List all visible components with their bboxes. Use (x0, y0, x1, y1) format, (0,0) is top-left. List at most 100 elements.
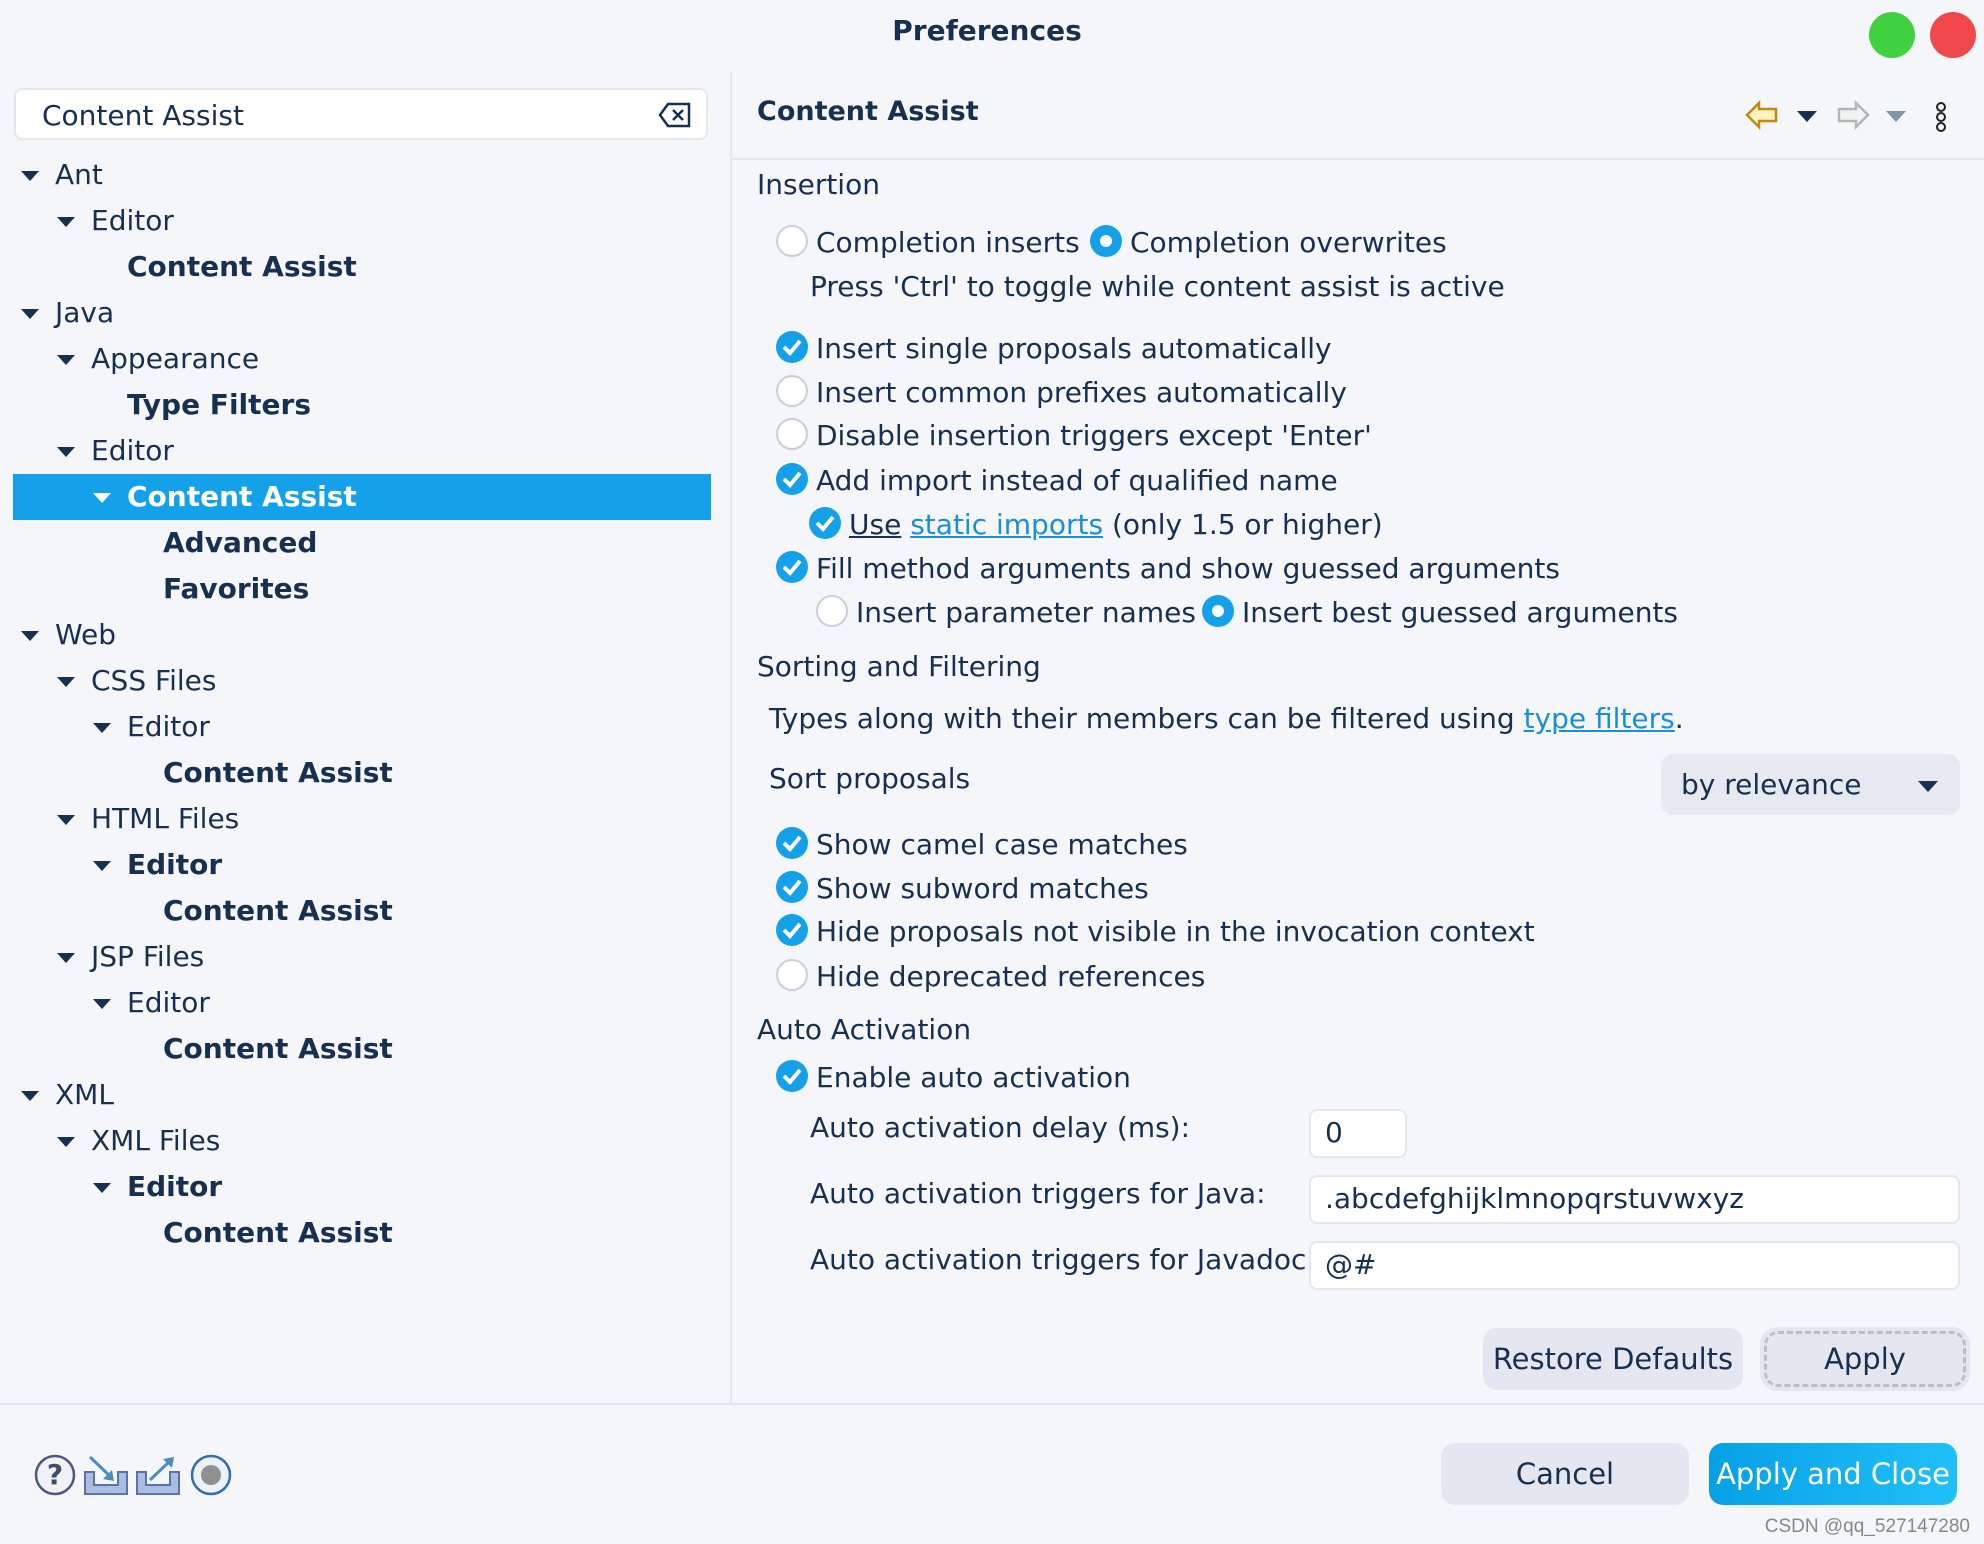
sort-proposals-label: Sort proposals (769, 759, 970, 799)
checkbox[interactable] (776, 871, 808, 903)
checkbox[interactable] (776, 463, 808, 495)
tree-item[interactable]: XML Files (13, 1118, 711, 1164)
tree-item[interactable]: Favorites (13, 566, 711, 612)
sorting-option[interactable]: Hide proposals not visible in the invoca… (776, 912, 1535, 952)
expand-arrow-icon[interactable] (57, 447, 75, 457)
option-label: Use (849, 508, 902, 541)
tree-item[interactable]: Editor (13, 980, 711, 1026)
forward-arrow-icon[interactable] (1836, 100, 1870, 130)
tree-item[interactable]: XML (13, 1072, 711, 1118)
type-filters-link[interactable]: type filters (1524, 702, 1675, 735)
insertion-option[interactable]: Disable insertion triggers except 'Enter… (776, 416, 1372, 456)
expand-arrow-icon[interactable] (57, 953, 75, 963)
checkbox[interactable] (809, 507, 841, 539)
expand-arrow-icon[interactable] (57, 217, 75, 227)
expand-arrow-icon[interactable] (93, 493, 111, 503)
completion-mode-option[interactable]: Completion overwrites (1090, 223, 1447, 263)
apply-button[interactable]: Apply (1760, 1327, 1970, 1391)
sorting-option[interactable]: Show subword matches (776, 869, 1149, 909)
tree-item[interactable]: HTML Files (13, 796, 711, 842)
argument-mode-option[interactable]: Insert best guessed arguments (1202, 593, 1678, 633)
apply-and-close-button[interactable]: Apply and Close (1709, 1443, 1957, 1505)
restore-defaults-button[interactable]: Restore Defaults (1483, 1328, 1743, 1390)
vertical-dots-icon[interactable] (1934, 102, 1948, 132)
expand-arrow-icon[interactable] (57, 677, 75, 687)
auto-activation-delay-input[interactable]: 0 (1309, 1109, 1407, 1158)
option-label: Insert best guessed arguments (1242, 596, 1679, 629)
expand-arrow-icon[interactable] (57, 1137, 75, 1147)
expand-arrow-icon[interactable] (93, 999, 111, 1009)
forward-menu-chevron-icon[interactable] (1886, 111, 1906, 122)
argument-mode-option[interactable]: Insert parameter names (816, 593, 1196, 633)
back-arrow-icon[interactable] (1745, 100, 1779, 130)
radio-button[interactable] (776, 225, 808, 257)
insertion-option[interactable]: Insert single proposals automatically (776, 329, 1332, 369)
checkbox[interactable] (776, 827, 808, 859)
radio-button[interactable] (1202, 595, 1234, 627)
expand-arrow-icon[interactable] (93, 723, 111, 733)
tree-item[interactable]: Content Assist (13, 888, 711, 934)
expand-arrow-icon[interactable] (21, 1091, 39, 1101)
tree-item[interactable]: Content Assist (13, 244, 711, 290)
tree-item[interactable]: Content Assist (13, 750, 711, 796)
tree-item[interactable]: Content Assist (13, 1026, 711, 1072)
close-button[interactable] (1930, 12, 1976, 58)
clear-input-icon[interactable] (658, 102, 692, 128)
enable-auto-activation-option[interactable]: Enable auto activation (776, 1058, 1131, 1098)
expand-arrow-icon[interactable] (21, 171, 39, 181)
filter-input[interactable]: Content Assist (14, 88, 708, 140)
radio-button[interactable] (1090, 225, 1122, 257)
tree-item[interactable]: Type Filters (13, 382, 711, 428)
chevron-down-icon (1918, 781, 1938, 792)
java-triggers-input[interactable]: .abcdefghijklmnopqrstuvwxyz (1309, 1175, 1960, 1224)
expand-arrow-icon[interactable] (21, 309, 39, 319)
checkbox[interactable] (776, 551, 808, 583)
panel-divider[interactable] (730, 72, 732, 1404)
completion-mode-option[interactable]: Completion inserts (776, 223, 1080, 263)
tree-item[interactable]: Editor (13, 428, 711, 474)
cancel-button[interactable]: Cancel (1441, 1443, 1689, 1505)
checkbox[interactable] (776, 914, 808, 946)
export-icon[interactable] (136, 1454, 180, 1496)
expand-arrow-icon[interactable] (21, 631, 39, 641)
help-icon[interactable]: ? (34, 1454, 76, 1496)
static-imports-link[interactable]: static imports (910, 508, 1103, 541)
insertion-option[interactable]: Insert common prefixes automatically (776, 373, 1347, 413)
sorting-option[interactable]: Show camel case matches (776, 825, 1188, 865)
checkbox[interactable] (776, 331, 808, 363)
radio-button[interactable] (816, 595, 848, 627)
tree-item[interactable]: Advanced (13, 520, 711, 566)
record-icon[interactable] (190, 1454, 232, 1496)
tree-item-label: Editor (127, 848, 223, 881)
tree-item[interactable]: Web (13, 612, 711, 658)
tree-item[interactable]: Java (13, 290, 711, 336)
expand-arrow-icon[interactable] (57, 355, 75, 365)
sorting-option[interactable]: Hide deprecated references (776, 957, 1205, 997)
tree-item[interactable]: CSS Files (13, 658, 711, 704)
sort-proposals-dropdown[interactable]: by relevance (1661, 754, 1960, 815)
fill-arguments-option[interactable]: Fill method arguments and show guessed a… (776, 549, 1560, 589)
expand-arrow-icon[interactable] (93, 1183, 111, 1193)
tree-item[interactable]: Ant (13, 152, 711, 198)
expand-arrow-icon[interactable] (93, 861, 111, 871)
tree-item[interactable]: Editor (13, 198, 711, 244)
tree-item[interactable]: Appearance (13, 336, 711, 382)
option-label: Hide deprecated references (816, 960, 1206, 993)
javadoc-triggers-input[interactable]: @# (1309, 1241, 1960, 1290)
maximize-button[interactable] (1869, 12, 1915, 58)
tree-item[interactable]: Editor (13, 1164, 711, 1210)
insertion-option[interactable]: Add import instead of qualified name (776, 461, 1338, 501)
import-icon[interactable] (84, 1454, 128, 1496)
tree-item[interactable]: Content Assist (13, 1210, 711, 1256)
tree-item[interactable]: Editor (13, 842, 711, 888)
checkbox[interactable] (776, 418, 808, 450)
tree-item[interactable]: JSP Files (13, 934, 711, 980)
tree-item[interactable]: Editor (13, 704, 711, 750)
tree-item[interactable]: Content Assist (13, 474, 711, 520)
checkbox[interactable] (776, 959, 808, 991)
static-imports-option[interactable]: Use static imports (only 1.5 or higher) (809, 505, 1383, 545)
expand-arrow-icon[interactable] (57, 815, 75, 825)
back-menu-chevron-icon[interactable] (1797, 111, 1817, 122)
checkbox[interactable] (776, 375, 808, 407)
checkbox[interactable] (776, 1060, 808, 1092)
